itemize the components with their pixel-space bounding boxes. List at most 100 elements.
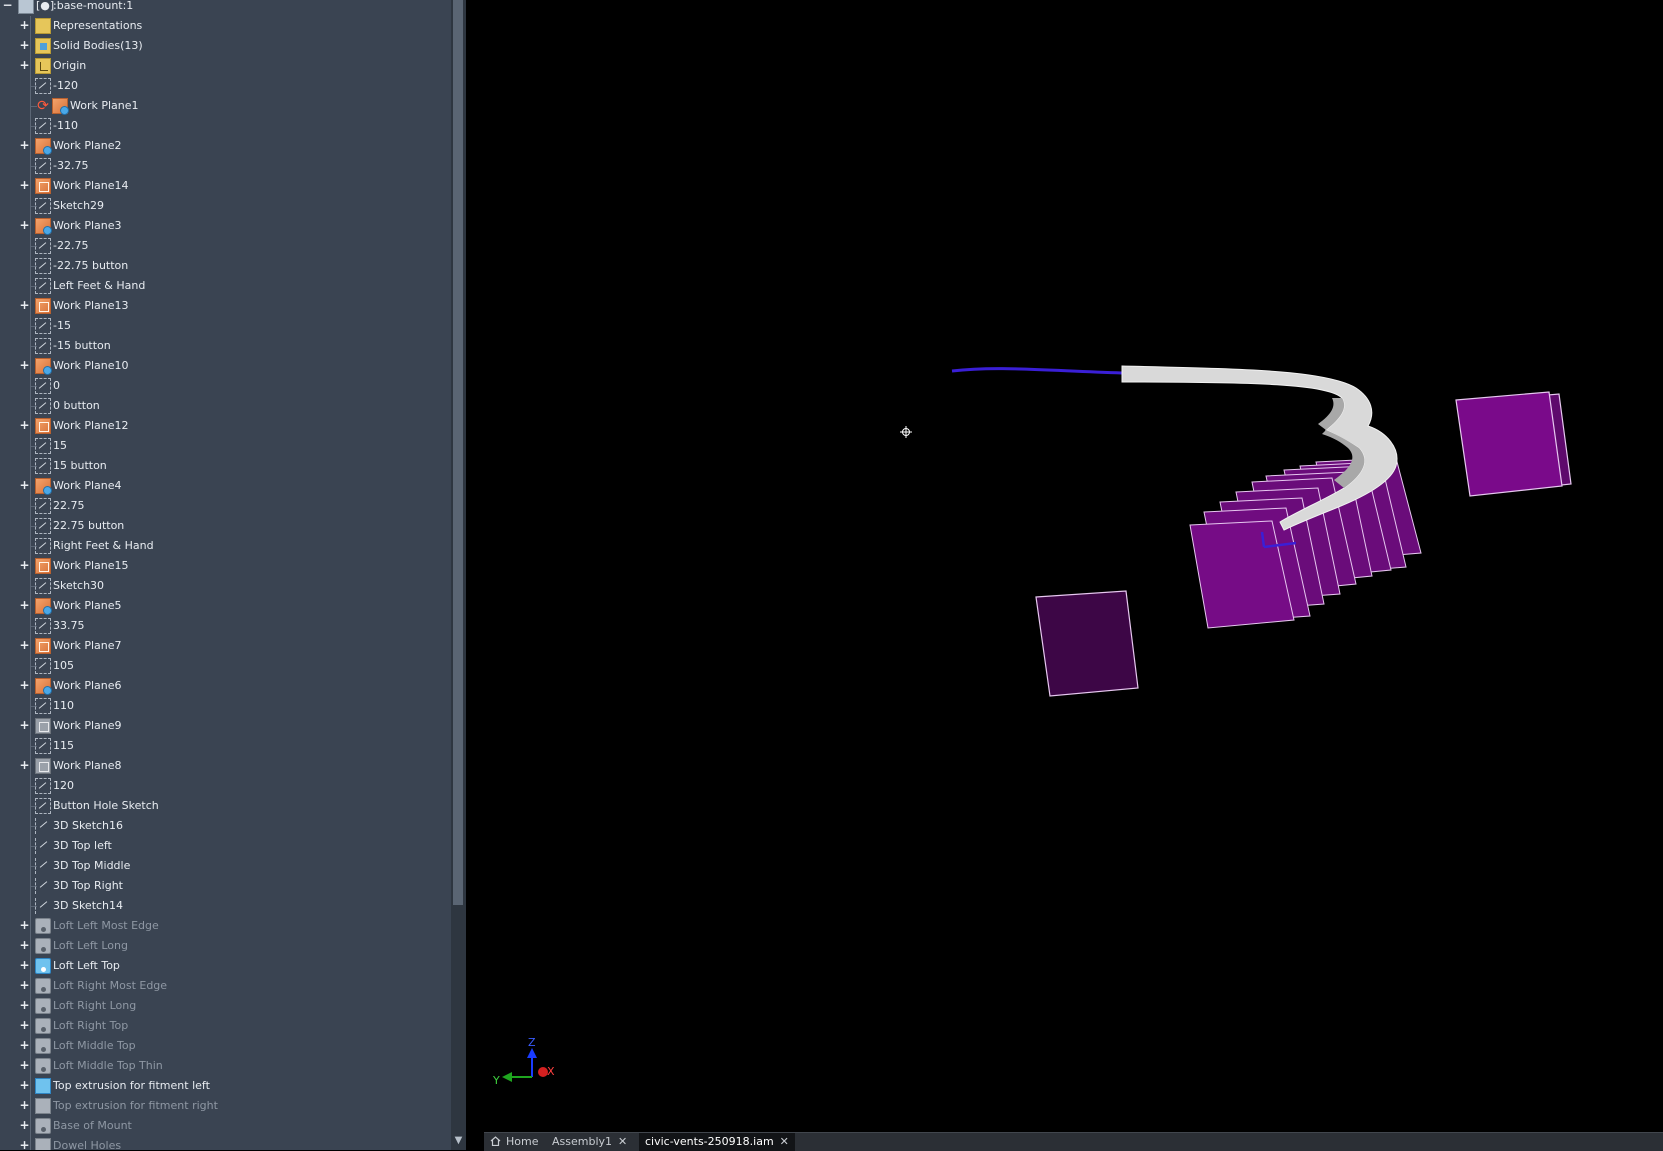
close-icon[interactable]: ✕	[780, 1135, 789, 1148]
browser-node[interactable]: + Top extrusion for fitment left	[0, 1076, 466, 1096]
tab-assembly1[interactable]: Assembly1 ✕	[546, 1133, 633, 1151]
extrusion-icon	[35, 1098, 51, 1114]
browser-node[interactable]: 3D Top Middle	[0, 856, 466, 876]
expand-icon[interactable]: +	[19, 1139, 30, 1150]
browser-node[interactable]: ⟳ Work Plane1	[0, 96, 466, 116]
browser-node[interactable]: -110	[0, 116, 466, 136]
browser-node[interactable]: + Work Plane4	[0, 476, 466, 496]
browser-node[interactable]: + Work Plane9	[0, 716, 466, 736]
browser-node[interactable]: + Loft Left Top	[0, 956, 466, 976]
browser-node[interactable]: + Loft Left Long	[0, 936, 466, 956]
browser-node[interactable]: 105	[0, 656, 466, 676]
browser-node[interactable]: -22.75 button	[0, 256, 466, 276]
expand-icon[interactable]: +	[19, 179, 30, 191]
tab-home[interactable]: Home	[484, 1133, 544, 1151]
browser-node[interactable]: + Loft Right Top	[0, 1016, 466, 1036]
browser-node[interactable]: -15 button	[0, 336, 466, 356]
browser-node[interactable]: + Loft Right Most Edge	[0, 976, 466, 996]
scroll-down-arrow-icon[interactable]: ▼	[451, 1133, 466, 1148]
sketch-icon	[35, 378, 51, 394]
browser-node[interactable]: 22.75 button	[0, 516, 466, 536]
browser-node[interactable]: + Work Plane8	[0, 756, 466, 776]
browser-node[interactable]: + Work Plane15	[0, 556, 466, 576]
expand-icon[interactable]: +	[19, 939, 30, 951]
browser-node[interactable]: + Work Plane13	[0, 296, 466, 316]
browser-node[interactable]: -120	[0, 76, 466, 96]
expand-icon[interactable]: +	[19, 59, 30, 71]
browser-node[interactable]: + Work Plane10	[0, 356, 466, 376]
expand-icon[interactable]: +	[19, 39, 30, 51]
expand-icon[interactable]: +	[19, 419, 30, 431]
browser-node[interactable]: + Loft Left Most Edge	[0, 916, 466, 936]
browser-scrollbar[interactable]: ▼	[451, 0, 466, 1150]
expand-icon[interactable]: +	[19, 979, 30, 991]
browser-node-label: Loft Right Top	[53, 1019, 129, 1032]
browser-node[interactable]: -15	[0, 316, 466, 336]
browser-node[interactable]: + Work Plane14	[0, 176, 466, 196]
browser-node[interactable]: + Work Plane5	[0, 596, 466, 616]
browser-node[interactable]: + Solid Bodies(13)	[0, 36, 466, 56]
browser-node[interactable]: 15	[0, 436, 466, 456]
expand-icon[interactable]: +	[19, 639, 30, 651]
browser-node[interactable]: + Representations	[0, 16, 466, 36]
browser-node[interactable]: 110	[0, 696, 466, 716]
browser-node[interactable]: + Base of Mount	[0, 1116, 466, 1136]
expand-icon[interactable]: +	[19, 219, 30, 231]
expand-icon[interactable]: +	[19, 959, 30, 971]
expand-icon[interactable]: +	[19, 999, 30, 1011]
browser-node[interactable]: Sketch30	[0, 576, 466, 596]
expand-icon[interactable]: +	[19, 719, 30, 731]
expand-icon[interactable]: +	[19, 19, 30, 31]
tab-civic-vents[interactable]: civic-vents-250918.iam ✕	[639, 1133, 795, 1151]
browser-node[interactable]: 115	[0, 736, 466, 756]
expand-icon[interactable]: +	[19, 599, 30, 611]
expand-icon[interactable]: +	[19, 139, 30, 151]
browser-node[interactable]: 0 button	[0, 396, 466, 416]
browser-node[interactable]: Button Hole Sketch	[0, 796, 466, 816]
browser-node[interactable]: + Top extrusion for fitment right	[0, 1096, 466, 1116]
browser-node[interactable]: + Work Plane12	[0, 416, 466, 436]
expand-icon[interactable]: +	[19, 679, 30, 691]
model-canvas[interactable]: Z Y X	[466, 0, 1663, 1132]
expand-icon[interactable]: +	[19, 1079, 30, 1091]
browser-node[interactable]: 33.75	[0, 616, 466, 636]
browser-node[interactable]: + Work Plane7	[0, 636, 466, 656]
expand-icon[interactable]: +	[19, 1059, 30, 1071]
expand-icon[interactable]: +	[19, 759, 30, 771]
browser-node[interactable]: Left Feet & Hand	[0, 276, 466, 296]
browser-node[interactable]: 22.75	[0, 496, 466, 516]
browser-node[interactable]: Right Feet & Hand	[0, 536, 466, 556]
browser-node[interactable]: + Dowel Holes	[0, 1136, 466, 1150]
expand-icon[interactable]: +	[19, 359, 30, 371]
browser-node[interactable]: Sketch29	[0, 196, 466, 216]
expand-icon[interactable]: +	[19, 919, 30, 931]
browser-node[interactable]: -22.75	[0, 236, 466, 256]
browser-node[interactable]: 0	[0, 376, 466, 396]
browser-node[interactable]: + Work Plane3	[0, 216, 466, 236]
browser-node[interactable]: 3D Sketch16	[0, 816, 466, 836]
browser-node[interactable]: + Origin	[0, 56, 466, 76]
collapse-icon[interactable]: −	[2, 0, 13, 11]
browser-node[interactable]: + Work Plane6	[0, 676, 466, 696]
browser-node[interactable]: + Work Plane2	[0, 136, 466, 156]
graphics-viewport[interactable]: Z Y X	[466, 0, 1663, 1132]
browser-node[interactable]: − [●]:base-mount:1	[0, 0, 466, 16]
expand-icon[interactable]: +	[19, 1119, 30, 1131]
browser-node[interactable]: + Loft Right Long	[0, 996, 466, 1016]
expand-icon[interactable]: +	[19, 1099, 30, 1111]
browser-node[interactable]: 3D Top Right	[0, 876, 466, 896]
expand-icon[interactable]: +	[19, 299, 30, 311]
expand-icon[interactable]: +	[19, 559, 30, 571]
expand-icon[interactable]: +	[19, 1019, 30, 1031]
browser-node[interactable]: + Loft Middle Top	[0, 1036, 466, 1056]
browser-node[interactable]: -32.75	[0, 156, 466, 176]
expand-icon[interactable]: +	[19, 479, 30, 491]
browser-node[interactable]: 15 button	[0, 456, 466, 476]
browser-node[interactable]: 3D Top left	[0, 836, 466, 856]
browser-scrollbar-thumb[interactable]	[453, 0, 463, 905]
browser-node[interactable]: 3D Sketch14	[0, 896, 466, 916]
close-icon[interactable]: ✕	[618, 1135, 627, 1148]
expand-icon[interactable]: +	[19, 1039, 30, 1051]
browser-node[interactable]: + Loft Middle Top Thin	[0, 1056, 466, 1076]
browser-node[interactable]: 120	[0, 776, 466, 796]
